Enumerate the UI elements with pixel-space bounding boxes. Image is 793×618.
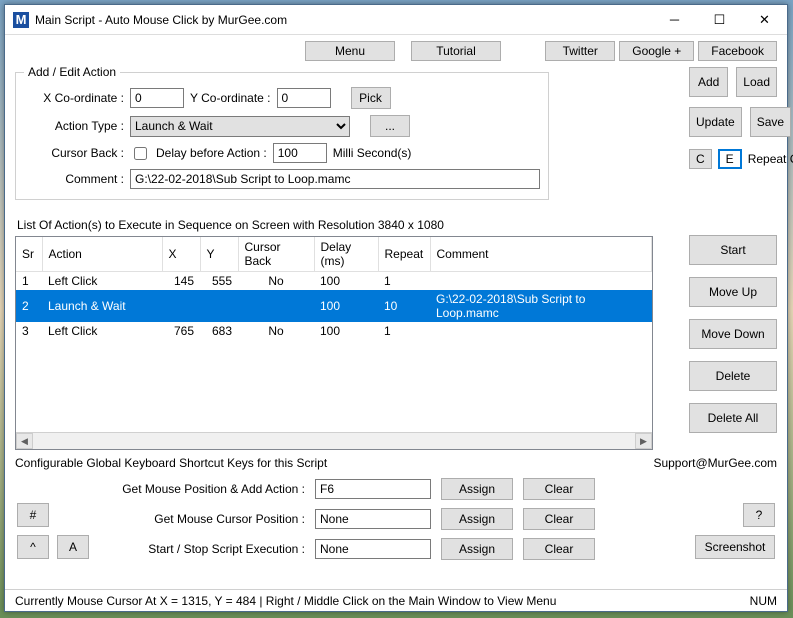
update-button[interactable]: Update [689,107,742,137]
twitter-link[interactable]: Twitter [545,41,615,61]
delay-label: Delay before Action : [156,146,267,160]
scroll-right-arrow[interactable]: ▶ [635,433,652,449]
col-action[interactable]: Action [42,237,162,272]
comment-input[interactable] [130,169,540,189]
col-y[interactable]: Y [200,237,238,272]
shortcut1-input[interactable] [315,479,431,499]
col-cursor-back[interactable]: Cursor Back [238,237,314,272]
status-text: Currently Mouse Cursor At X = 1315, Y = … [15,594,750,608]
shortcut2-input[interactable] [315,509,431,529]
c-button[interactable]: C [689,149,712,169]
shortcut3-input[interactable] [315,539,431,559]
e-button[interactable]: E [718,149,742,169]
assign2-button[interactable]: Assign [441,508,513,530]
delete-button[interactable]: Delete [689,361,777,391]
add-edit-action-group: Add / Edit Action X Co-ordinate : Y Co-o… [15,65,549,200]
move-up-button[interactable]: Move Up [689,277,777,307]
col-sr[interactable]: Sr [16,237,42,272]
shortcut1-label: Get Mouse Position & Add Action : [15,482,305,496]
col-repeat[interactable]: Repeat [378,237,430,272]
cursor-back-label: Cursor Back : [24,146,124,160]
delete-all-button[interactable]: Delete All [689,403,777,433]
titlebar[interactable]: M Main Script - Auto Mouse Click by MurG… [5,5,787,35]
delay-input[interactable] [273,143,327,163]
y-coord-label: Y Co-ordinate : [190,91,271,105]
x-coord-label: X Co-ordinate : [24,91,124,105]
action-type-label: Action Type : [24,119,124,133]
cursor-back-checkbox[interactable] [134,147,147,160]
group-legend: Add / Edit Action [24,65,120,79]
statusbar: Currently Mouse Cursor At X = 1315, Y = … [5,589,787,611]
load-button[interactable]: Load [736,67,777,97]
table-row[interactable]: 1 Left Click 145 555 No 100 1 [16,272,652,291]
menu-button[interactable]: Menu [305,41,395,61]
repeat-count-label: Repeat Count : [748,152,793,166]
clear1-button[interactable]: Clear [523,478,595,500]
window-title: Main Script - Auto Mouse Click by MurGee… [35,13,652,27]
googleplus-link[interactable]: Google + [619,41,694,61]
browse-button[interactable]: ... [370,115,410,137]
y-coord-input[interactable] [277,88,331,108]
comment-label: Comment : [24,172,124,186]
tutorial-button[interactable]: Tutorial [411,41,501,61]
close-button[interactable]: ✕ [742,5,787,35]
pick-button[interactable]: Pick [351,87,391,109]
shortcuts-title: Configurable Global Keyboard Shortcut Ke… [15,456,653,470]
list-label: List Of Action(s) to Execute in Sequence… [17,218,777,232]
caret-button[interactable]: ^ [17,535,49,559]
add-button[interactable]: Add [689,67,728,97]
help-button[interactable]: ? [743,503,775,527]
horizontal-scrollbar[interactable]: ◀ ▶ [16,432,652,449]
minimize-button[interactable]: ─ [652,5,697,35]
support-link[interactable]: Support@MurGee.com [653,456,777,470]
clear2-button[interactable]: Clear [523,508,595,530]
col-delay[interactable]: Delay (ms) [314,237,378,272]
x-coord-input[interactable] [130,88,184,108]
table-row[interactable]: 3 Left Click 765 683 No 100 1 [16,322,652,340]
delay-unit-label: Milli Second(s) [333,146,412,160]
maximize-button[interactable]: ☐ [697,5,742,35]
a-button[interactable]: A [57,535,89,559]
main-window: M Main Script - Auto Mouse Click by MurG… [4,4,788,612]
scroll-left-arrow[interactable]: ◀ [16,433,33,449]
table-row[interactable]: 2 Launch & Wait 100 10 G:\22-02-2018\Sub… [16,290,652,322]
start-button[interactable]: Start [689,235,777,265]
col-comment[interactable]: Comment [430,237,652,272]
scroll-track[interactable] [33,433,635,449]
assign1-button[interactable]: Assign [441,478,513,500]
hash-button[interactable]: # [17,503,49,527]
status-num: NUM [750,594,777,608]
facebook-link[interactable]: Facebook [698,41,777,61]
clear3-button[interactable]: Clear [523,538,595,560]
move-down-button[interactable]: Move Down [689,319,777,349]
screenshot-button[interactable]: Screenshot [695,535,775,559]
assign3-button[interactable]: Assign [441,538,513,560]
actions-table[interactable]: Sr Action X Y Cursor Back Delay (ms) Rep… [15,236,653,450]
col-x[interactable]: X [162,237,200,272]
app-icon: M [13,12,29,28]
save-button[interactable]: Save [750,107,791,137]
action-type-select[interactable]: Launch & Wait [130,116,350,137]
